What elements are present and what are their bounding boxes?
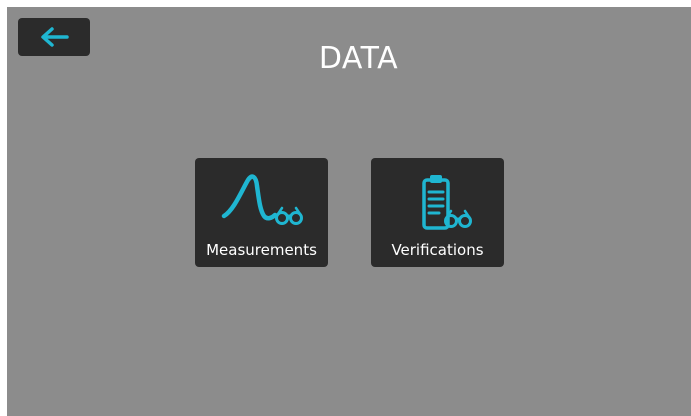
page-title: DATA [318, 41, 399, 76]
data-screen: DATA Measurements Verifications [7, 7, 691, 416]
measurement-waveform-icon [195, 172, 328, 234]
measurements-label: Measurements [206, 241, 317, 259]
verifications-button[interactable]: Verifications [371, 158, 504, 267]
verification-clipboard-icon [371, 172, 504, 234]
measurements-button[interactable]: Measurements [195, 158, 328, 267]
verifications-label: Verifications [391, 241, 484, 259]
